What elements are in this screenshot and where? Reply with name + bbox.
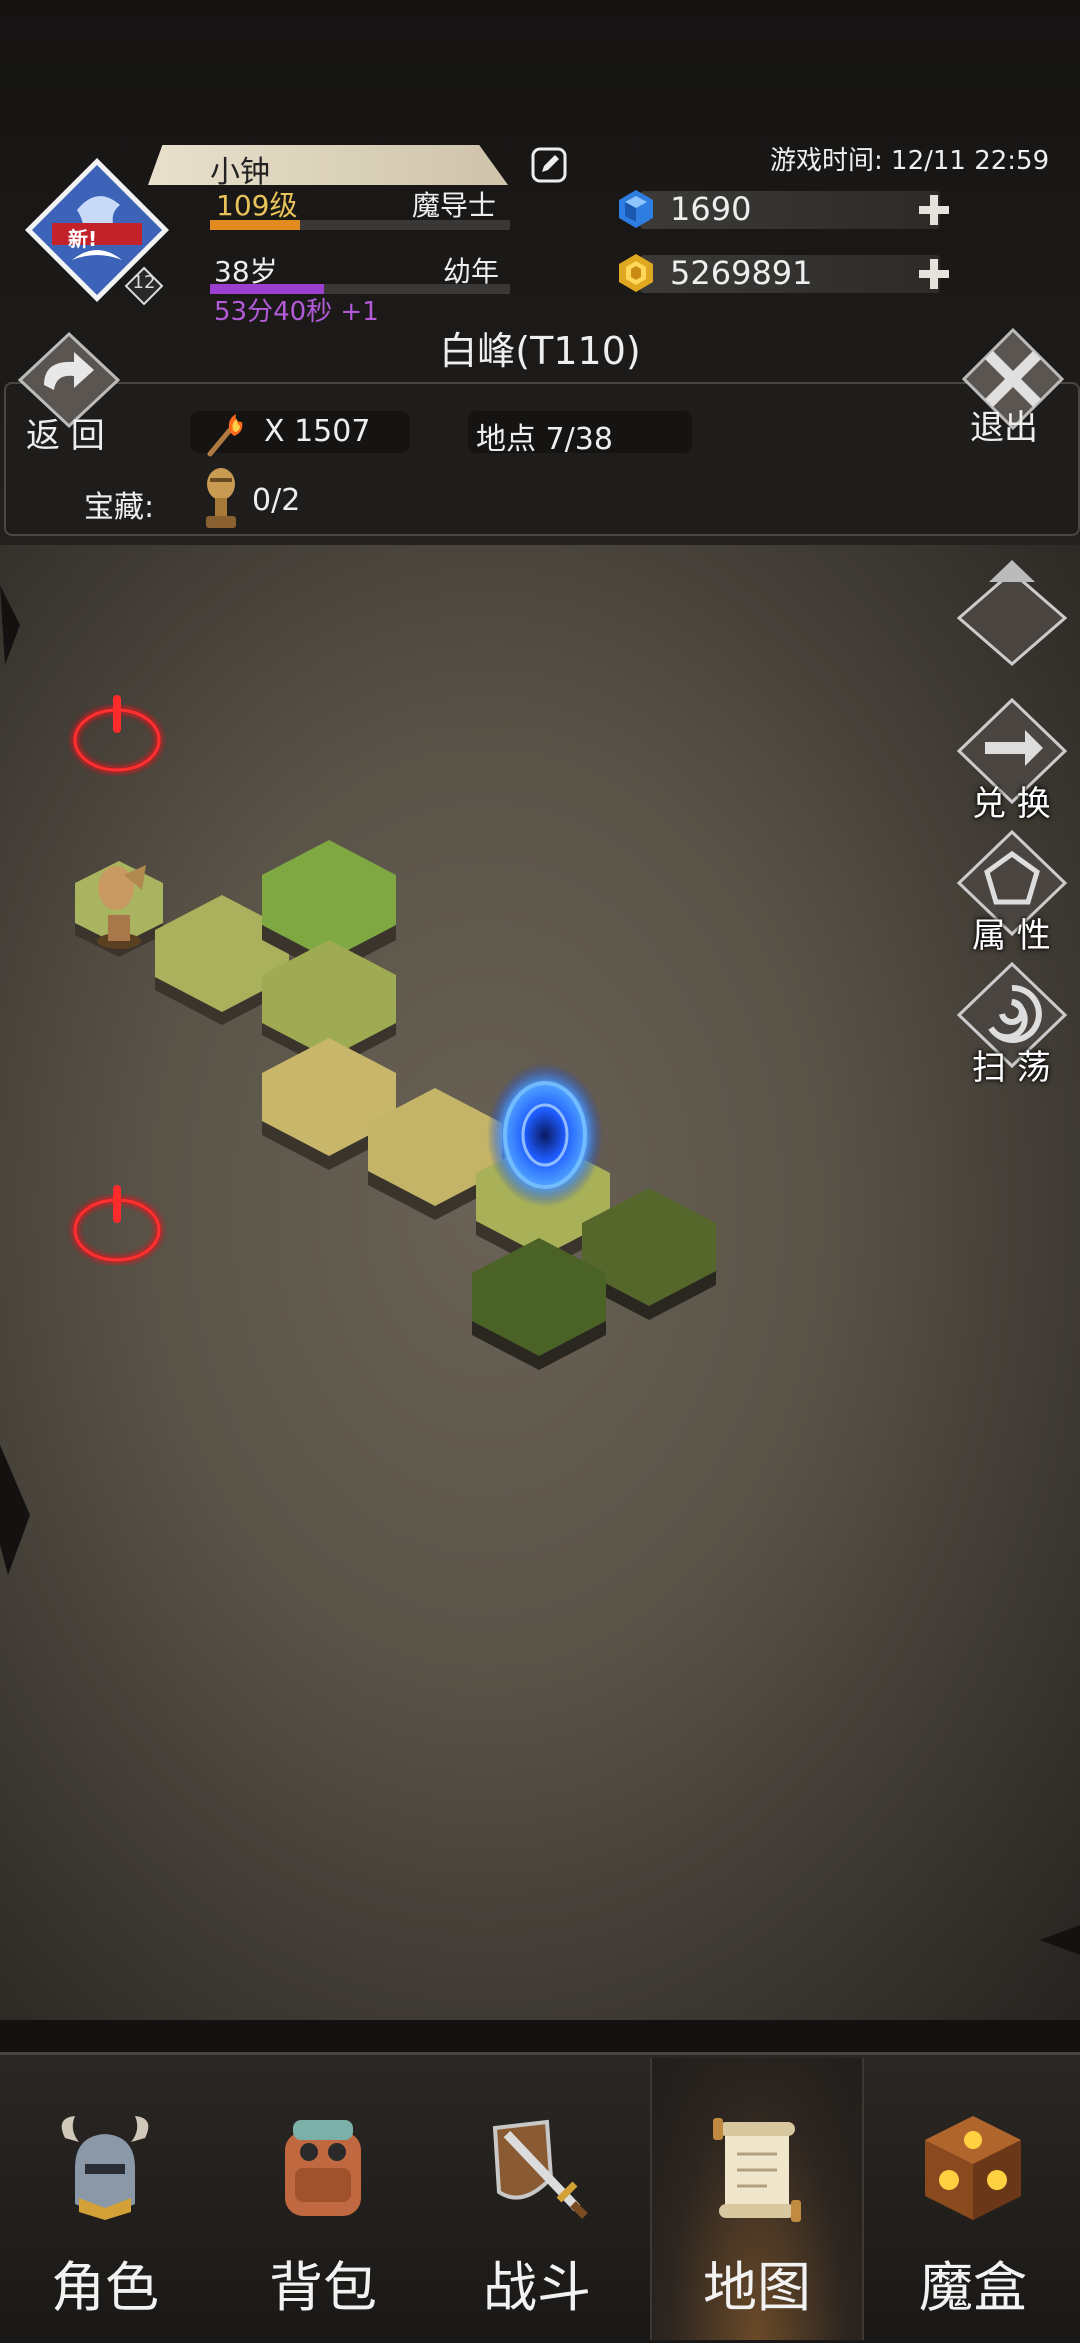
gold-count: 5269891 — [670, 254, 813, 292]
helmet-icon — [45, 2108, 165, 2228]
gem-count: 1690 — [670, 190, 752, 228]
nav-label: 背包 — [269, 2256, 377, 2319]
nav-item-backpack[interactable]: 背包 — [218, 2058, 428, 2340]
treasure-count: 0/2 — [252, 483, 301, 518]
torch-icon — [200, 410, 250, 460]
hex-map[interactable] — [0, 545, 1080, 2020]
avatar-level: 12 — [132, 272, 156, 293]
magic-box-icon — [913, 2108, 1033, 2228]
edge-crack — [0, 1445, 30, 1575]
game-time: 游戏时间: 12/11 22:59 — [770, 146, 1050, 176]
backpack-icon — [263, 2108, 383, 2228]
back-button[interactable]: 返 回 — [26, 408, 105, 457]
nav-item-magic-box[interactable]: 魔盒 — [868, 2058, 1078, 2340]
nav-label: 战斗 — [483, 2256, 591, 2319]
sword-shield-icon — [477, 2108, 597, 2228]
name-plate — [148, 145, 508, 185]
edge-crack — [1040, 1925, 1080, 1955]
gem-icon — [615, 188, 657, 230]
nav-item-map[interactable]: 地图 — [650, 2058, 864, 2340]
nav-label: 魔盒 — [919, 2256, 1027, 2319]
map-title: 白峰(T110) — [439, 329, 641, 373]
portal[interactable] — [487, 1063, 603, 1207]
location-progress: 地点 7/38 — [476, 422, 613, 457]
add-gold-button[interactable] — [916, 256, 952, 292]
attributes-button[interactable]: 属 性 — [972, 908, 1051, 957]
exit-button[interactable]: 退出 — [970, 400, 1038, 449]
edit-name-icon[interactable] — [530, 146, 568, 184]
sweep-button[interactable]: 扫 荡 — [972, 1040, 1051, 1089]
treasure-trophy-icon — [200, 466, 242, 536]
map-up-button[interactable] — [955, 558, 1069, 672]
torch-count: X 1507 — [264, 414, 371, 449]
scroll-map-icon — [697, 2108, 817, 2228]
treasure-label: 宝藏: — [84, 490, 155, 525]
map-info-panel — [4, 382, 1080, 536]
add-gems-button[interactable] — [916, 192, 952, 228]
gold-icon — [615, 252, 657, 294]
player-class: 魔导士 — [412, 189, 497, 222]
new-badge: 新! — [68, 227, 98, 251]
nav-item-character[interactable]: 角色 — [0, 2058, 210, 2340]
exp-bar-fill — [210, 220, 300, 230]
exchange-button[interactable]: 兑 换 — [972, 776, 1051, 825]
exp-bar — [210, 220, 510, 230]
edge-crack — [0, 585, 20, 665]
player-level: 109级 — [216, 189, 298, 222]
hex-map-area[interactable] — [0, 545, 1080, 2020]
nav-label: 地图 — [703, 2256, 811, 2319]
avatar-level-badge: 12 — [124, 266, 164, 306]
nav-label: 角色 — [51, 2256, 159, 2319]
nav-item-battle[interactable]: 战斗 — [432, 2058, 642, 2340]
